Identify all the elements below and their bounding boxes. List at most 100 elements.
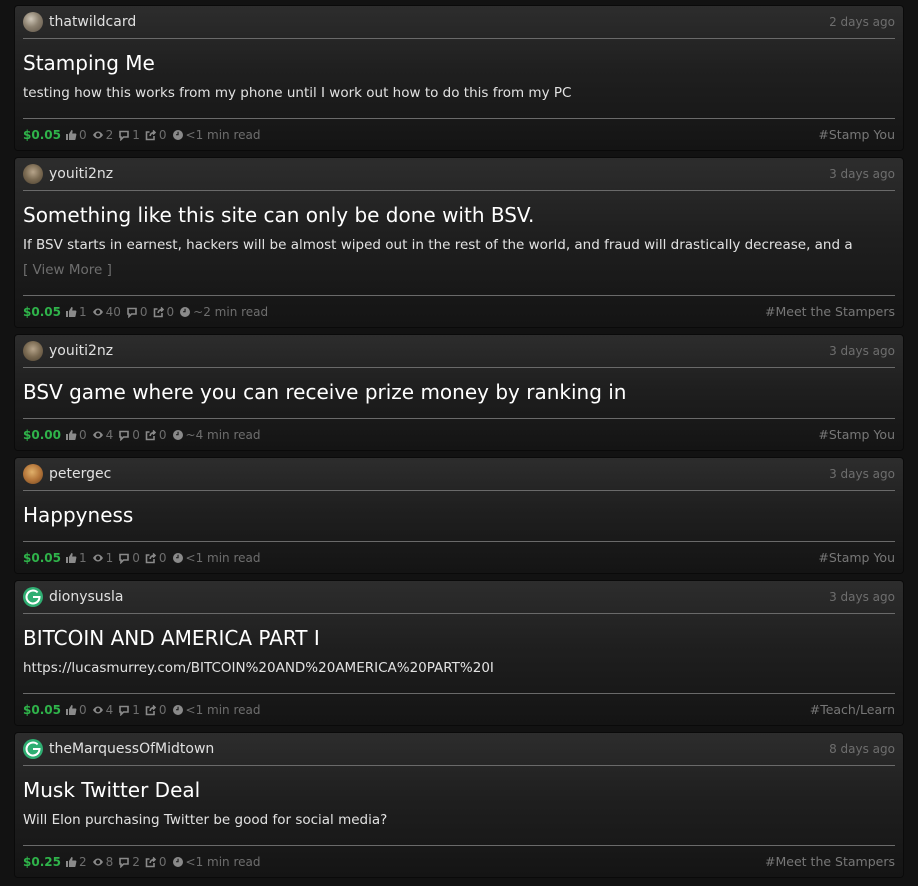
author-name[interactable]: youiti2nz [49, 166, 829, 182]
comment-stat[interactable]: 0 [118, 428, 140, 442]
comment-icon [119, 430, 130, 441]
post-tag[interactable]: #Stamp You [818, 550, 895, 565]
post-card[interactable]: dionysusla 3 days ago BITCOIN AND AMERIC… [15, 581, 903, 725]
comment-stat[interactable]: 1 [118, 128, 140, 142]
post-title[interactable]: BSV game where you can receive prize mon… [23, 380, 895, 404]
comment-stat[interactable]: 1 [118, 703, 140, 717]
thumbs-up-icon [65, 129, 77, 140]
view-stat: 40 [92, 305, 121, 319]
post-tag[interactable]: #Stamp You [818, 127, 895, 142]
post-card[interactable]: youiti2nz 3 days ago BSV game where you … [15, 335, 903, 450]
share-icon [153, 306, 164, 317]
share-icon [145, 129, 157, 140]
earned-amount: $0.05 [23, 550, 61, 565]
thumbs-up-icon [65, 552, 77, 563]
comment-icon [119, 553, 130, 564]
post-excerpt: Will Elon purchasing Twitter be good for… [23, 812, 388, 828]
post-header: thatwildcard 2 days ago [23, 6, 895, 39]
like-stat[interactable]: 1 [65, 305, 87, 319]
read-time: ~4 min read [172, 428, 261, 442]
post-tag[interactable]: #Meet the Stampers [765, 304, 895, 319]
share-stat[interactable]: 0 [145, 551, 167, 565]
comment-count: 2 [132, 854, 140, 869]
eye-icon [92, 431, 103, 438]
post-time: 3 days ago [829, 167, 895, 181]
post-footer: $0.05 0 2 1 0 <1 min read #Stamp You [23, 118, 895, 150]
earned-amount: $0.25 [23, 854, 61, 869]
thumbs-up-icon [65, 306, 77, 317]
post-title[interactable]: Happyness [23, 503, 895, 527]
post-tag[interactable]: #Teach/Learn [810, 702, 895, 717]
share-count: 0 [158, 127, 167, 142]
read-time: <1 min read [172, 855, 261, 869]
read-time-label: ~2 min read [193, 304, 269, 319]
clock-icon [172, 429, 183, 440]
clock-icon [172, 704, 183, 715]
avatar[interactable] [23, 464, 43, 484]
clock-icon [172, 129, 183, 140]
share-icon [145, 856, 157, 867]
post-card[interactable]: petergec 3 days ago Happyness $0.05 1 1 … [15, 458, 903, 573]
avatar[interactable] [23, 739, 43, 759]
avatar[interactable] [23, 164, 43, 184]
comment-stat[interactable]: 0 [126, 305, 148, 319]
avatar[interactable] [23, 587, 43, 607]
comment-stat[interactable]: 2 [118, 855, 140, 869]
post-footer: $0.05 1 40 0 0 ~2 min read #Meet the Sta… [23, 295, 895, 327]
eye-icon [92, 131, 103, 138]
comment-stat[interactable]: 0 [118, 551, 140, 565]
read-time-label: <1 min read [185, 702, 261, 717]
like-stat[interactable]: 0 [65, 428, 87, 442]
like-stat[interactable]: 2 [65, 855, 87, 869]
post-footer: $0.05 1 1 0 0 <1 min read #Stamp You [23, 541, 895, 573]
post-title[interactable]: Stamping Me [23, 51, 895, 75]
clock-icon [172, 552, 183, 563]
share-count: 0 [158, 427, 167, 442]
view-stat: 4 [92, 703, 113, 717]
author-name[interactable]: dionysusla [49, 589, 829, 605]
share-stat[interactable]: 0 [145, 128, 167, 142]
comment-icon [127, 307, 137, 318]
post-time: 3 days ago [829, 590, 895, 604]
share-stat[interactable]: 0 [153, 304, 175, 319]
comment-count: 0 [139, 304, 148, 319]
view-count: 8 [105, 854, 114, 869]
share-stat[interactable]: 0 [145, 428, 167, 442]
post-title[interactable]: BITCOIN AND AMERICA PART I [23, 626, 895, 650]
like-stat[interactable]: 0 [65, 703, 87, 717]
like-stat[interactable]: 0 [65, 128, 87, 142]
post-title[interactable]: Musk Twitter Deal [23, 778, 895, 802]
post-time: 8 days ago [829, 742, 895, 756]
author-name[interactable]: youiti2nz [49, 343, 829, 359]
avatar[interactable] [23, 341, 43, 361]
post-tag[interactable]: #Stamp You [818, 427, 895, 442]
view-stat: 2 [92, 128, 113, 142]
share-stat[interactable]: 0 [145, 855, 167, 869]
avatar[interactable] [23, 12, 43, 32]
post-card[interactable]: theMarquessOfMidtown 8 days ago Musk Twi… [15, 733, 903, 877]
like-stat[interactable]: 1 [65, 551, 87, 565]
view-count: 4 [105, 427, 114, 442]
author-name[interactable]: petergec [49, 466, 829, 482]
read-time: <1 min read [172, 551, 261, 565]
clock-icon [172, 856, 183, 867]
share-stat[interactable]: 0 [145, 703, 167, 717]
post-header: petergec 3 days ago [23, 458, 895, 491]
like-count: 2 [78, 854, 87, 869]
read-time: <1 min read [172, 128, 261, 142]
author-name[interactable]: theMarquessOfMidtown [49, 741, 829, 757]
g-logo-icon [25, 741, 41, 757]
share-count: 0 [166, 304, 175, 319]
post-card[interactable]: thatwildcard 2 days ago Stamping Me test… [15, 6, 903, 150]
post-card[interactable]: youiti2nz 3 days ago Something like this… [15, 158, 903, 327]
post-tag[interactable]: #Meet the Stampers [765, 854, 895, 869]
post-title[interactable]: Something like this site can only be don… [23, 203, 895, 227]
post-excerpt: testing how this works from my phone unt… [23, 85, 572, 101]
author-name[interactable]: thatwildcard [49, 14, 829, 30]
read-time: <1 min read [172, 703, 261, 717]
comment-count: 0 [132, 427, 140, 442]
view-more-link[interactable]: [ View More ] [23, 261, 895, 279]
view-count: 40 [105, 304, 121, 319]
share-icon [145, 429, 157, 440]
comment-count: 0 [132, 550, 140, 565]
